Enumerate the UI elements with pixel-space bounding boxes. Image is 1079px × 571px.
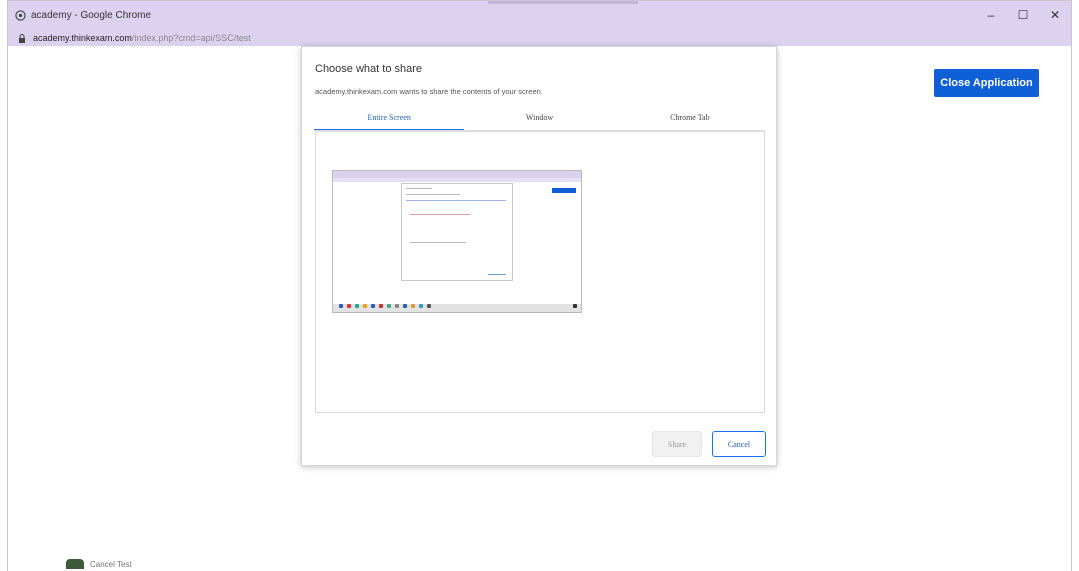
maximize-button[interactable]: ☐: [1007, 1, 1039, 29]
thumbnail-line: [410, 242, 466, 243]
close-application-button[interactable]: Close Application: [934, 69, 1039, 97]
tab-chrome-tab[interactable]: Chrome Tab: [615, 109, 765, 131]
screen-thumbnail[interactable]: [332, 170, 582, 313]
thumbnail-line: [406, 188, 432, 189]
minimize-button[interactable]: –: [975, 1, 1007, 29]
thumbnail-addressbar: [333, 178, 581, 182]
cancel-button[interactable]: Cancel: [712, 431, 766, 457]
thumbnail-taskbar-icon: [403, 304, 407, 308]
url-text[interactable]: academy.thinkexam.com/index.php?cmd=api/…: [33, 33, 251, 43]
thumbnail-taskbar-icon: [371, 304, 375, 308]
window-title: academy - Google Chrome: [31, 9, 152, 21]
lock-icon: [18, 33, 26, 43]
url-host: academy.thinkexam.com: [33, 32, 132, 43]
share-dialog: Choose what to share academy.thinkexam.c…: [301, 46, 777, 466]
thumbnail-line: [406, 200, 506, 201]
dialog-subtitle: academy.thinkexam.com wants to share the…: [315, 87, 543, 96]
thumbnail-line: [406, 194, 460, 195]
dialog-title: Choose what to share: [315, 63, 423, 75]
bottom-partial-item: Cancel Test: [66, 559, 132, 569]
tab-window[interactable]: Window: [464, 109, 614, 131]
thumbnail-taskbar-icon: [427, 304, 431, 308]
share-button[interactable]: Share: [652, 431, 702, 457]
thumbnail-line: [488, 274, 506, 275]
thumbnail-taskbar-icon: [411, 304, 415, 308]
thumbnail-dialog: [401, 183, 513, 281]
close-window-button[interactable]: ✕: [1039, 1, 1071, 29]
thumbnail-taskbar-icon: [573, 304, 577, 308]
thumbnail-titlebar: [333, 171, 581, 178]
title-bar: academy - Google Chrome – ☐ ✕: [8, 1, 1071, 29]
thumbnail-taskbar-icon: [355, 304, 359, 308]
thumbnail-taskbar-icon: [395, 304, 399, 308]
site-favicon-icon: [14, 9, 26, 21]
thumbnail-taskbar-icon: [363, 304, 367, 308]
share-tabs: Entire Screen Window Chrome Tab: [314, 109, 765, 131]
url-path: /index.php?cmd=api/SSC/test: [131, 32, 251, 43]
partial-icon: [66, 559, 84, 569]
thumbnail-taskbar-icon: [379, 304, 383, 308]
window-controls: – ☐ ✕: [975, 1, 1071, 29]
thumbnail-line: [410, 214, 470, 215]
thumbnail-taskbar-icon: [339, 304, 343, 308]
thumbnail-close-app-button: [552, 188, 576, 193]
screen-preview-pane: [315, 131, 765, 413]
address-bar[interactable]: academy.thinkexam.com/index.php?cmd=api/…: [8, 29, 1071, 46]
tab-entire-screen[interactable]: Entire Screen: [314, 109, 465, 131]
thumbnail-taskbar-icon: [387, 304, 391, 308]
tab-strip: [488, 1, 638, 4]
bottom-item-label: Cancel Test: [90, 559, 132, 569]
thumbnail-taskbar-icon: [419, 304, 423, 308]
thumbnail-taskbar-icon: [347, 304, 351, 308]
